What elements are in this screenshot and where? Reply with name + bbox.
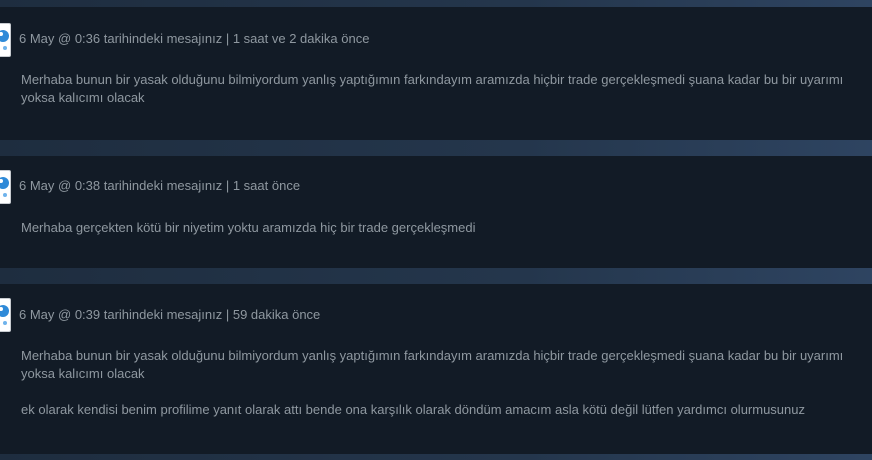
message-header: 6 May @ 0:39 tarihindeki mesajınız | 59 …: [19, 307, 321, 322]
message-item: 6 May @ 0:39 tarihindeki mesajınız | 59 …: [0, 284, 872, 454]
message-item: 6 May @ 0:38 tarihindeki mesajınız | 1 s…: [0, 156, 872, 268]
message-body: Merhaba gerçekten kötü bir niyetim yoktu…: [21, 219, 476, 237]
message-header: 6 May @ 0:36 tarihindeki mesajınız | 1 s…: [19, 31, 370, 46]
message-header: 6 May @ 0:38 tarihindeki mesajınız | 1 s…: [19, 178, 301, 193]
support-ticket-thread: 6 May @ 0:36 tarihindeki mesajınız | 1 s…: [0, 0, 872, 460]
message-separator: [0, 268, 872, 284]
message-line: Merhaba bunun bir yasak olduğunu bilmiyo…: [21, 72, 844, 87]
user-avatar-icon[interactable]: [0, 23, 11, 57]
user-avatar-icon[interactable]: [0, 170, 11, 204]
message-separator: [0, 140, 872, 156]
user-avatar-icon[interactable]: [0, 298, 11, 332]
message-line: ek olarak kendisi benim profilime yanıt …: [21, 402, 805, 417]
message-line: Merhaba gerçekten kötü bir niyetim yoktu…: [21, 220, 476, 235]
message-separator: [0, 454, 872, 460]
message-separator: [0, 0, 872, 7]
message-line: Merhaba bunun bir yasak olduğunu bilmiyo…: [21, 348, 844, 363]
message-item: 6 May @ 0:36 tarihindeki mesajınız | 1 s…: [0, 7, 872, 140]
message-line: yoksa kalıcımı olacak: [21, 90, 145, 105]
message-line: yoksa kalıcımı olacak: [21, 366, 145, 381]
message-body: Merhaba bunun bir yasak olduğunu bilmiyo…: [21, 71, 843, 107]
message-body: Merhaba bunun bir yasak olduğunu bilmiyo…: [21, 347, 843, 419]
